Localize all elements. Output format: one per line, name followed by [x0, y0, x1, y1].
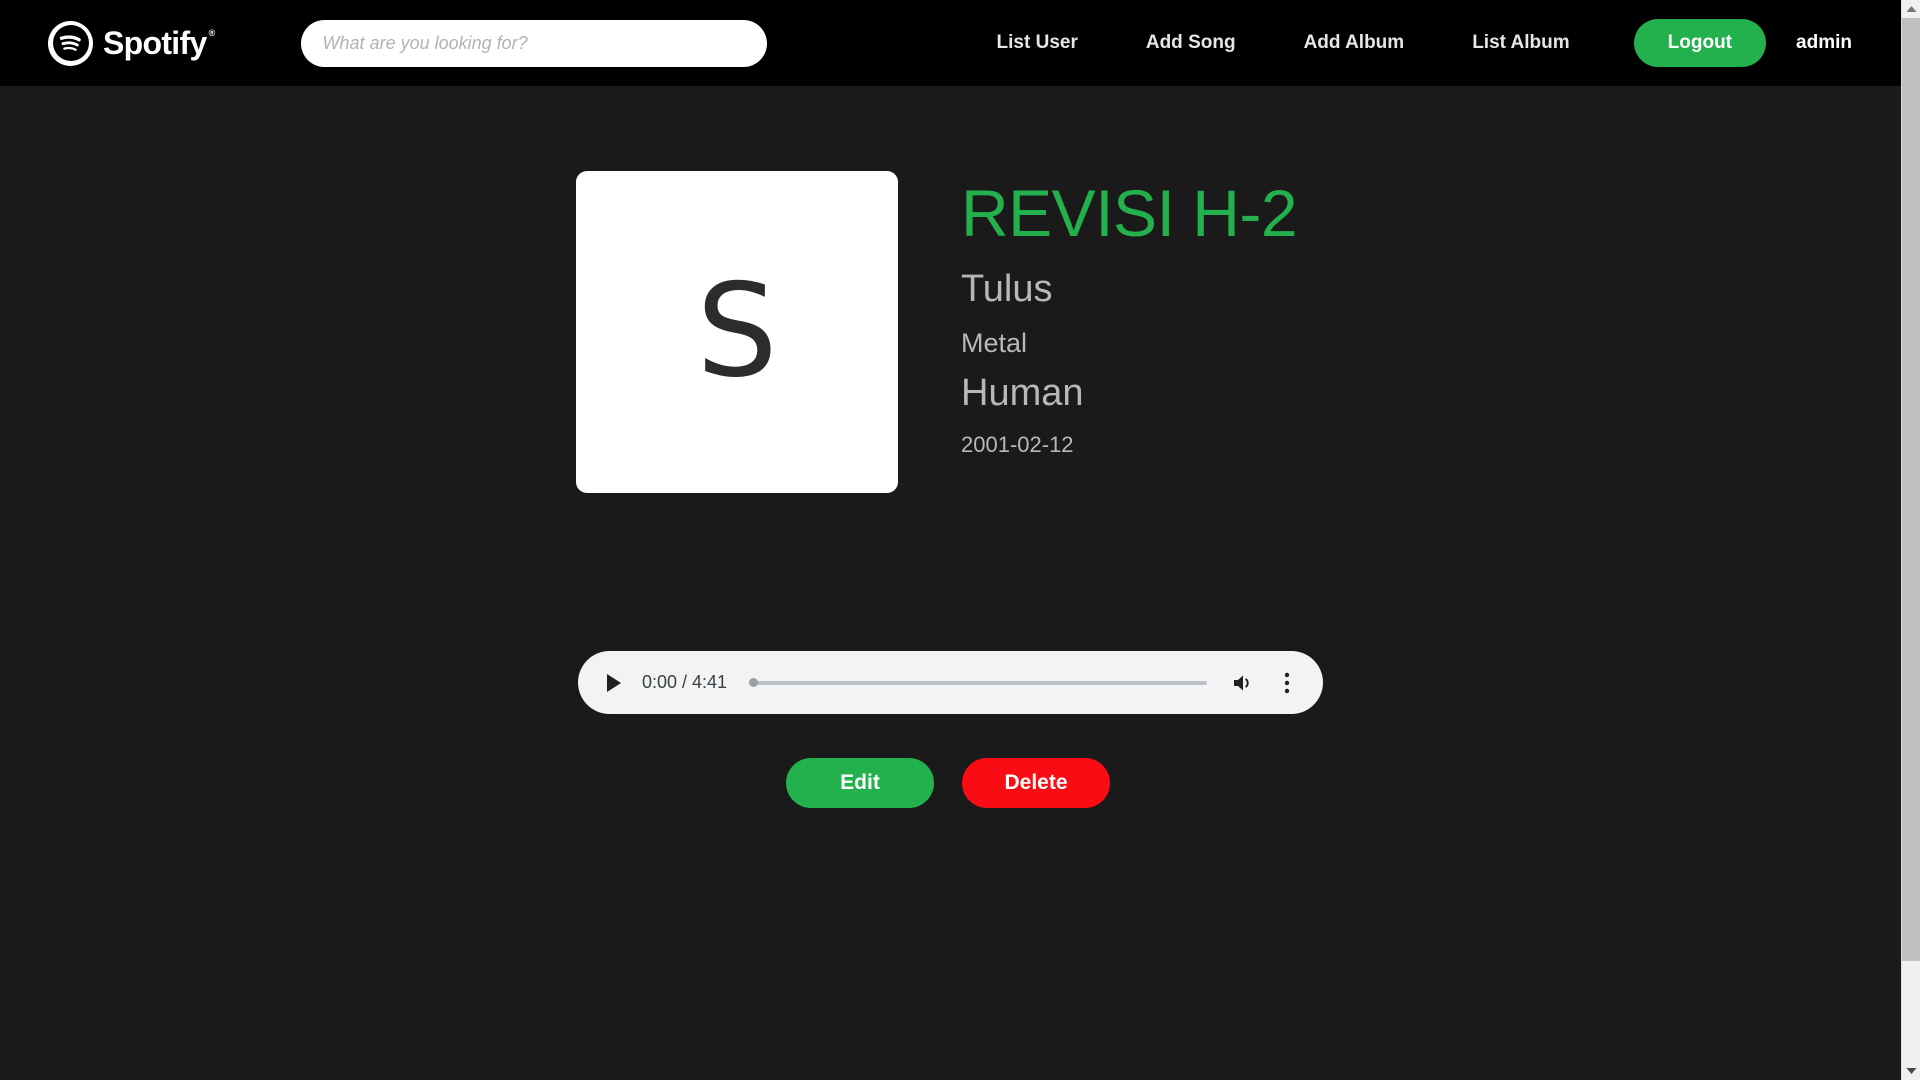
audio-progress-knob[interactable] — [749, 678, 758, 687]
edit-button[interactable]: Edit — [786, 758, 934, 808]
brand-logo[interactable]: Spotify® — [48, 21, 215, 66]
spotify-logo-icon — [48, 21, 93, 66]
album-cover-art: S — [576, 171, 898, 493]
song-metadata: REVISI H-2 Tulus Metal Human 2001-02-12 — [961, 171, 1297, 459]
song-release-date: 2001-02-12 — [961, 432, 1297, 458]
audio-progress-slider[interactable] — [749, 676, 1207, 690]
search-input[interactable] — [301, 20, 767, 67]
song-artist: Tulus — [961, 267, 1297, 313]
song-album: Human — [961, 371, 1297, 417]
scroll-down-arrow-icon[interactable] — [1902, 1062, 1920, 1080]
nav-link-add-song[interactable]: Add Song — [1112, 32, 1270, 54]
navbar: Spotify® List User Add Song Add Album Li… — [0, 0, 1901, 86]
delete-button[interactable]: Delete — [962, 758, 1110, 808]
logout-button[interactable]: Logout — [1634, 19, 1766, 67]
song-genre: Metal — [961, 327, 1297, 359]
cover-placeholder-initial: S — [696, 268, 777, 396]
scrollbar-thumb[interactable] — [1902, 18, 1920, 961]
page: Spotify® List User Add Song Add Album Li… — [0, 0, 1920, 1080]
nav-links: List User Add Song Add Album List Album … — [963, 19, 1852, 67]
song-title: REVISI H-2 — [961, 177, 1297, 251]
volume-icon[interactable] — [1229, 669, 1257, 697]
viewport: Spotify® List User Add Song Add Album Li… — [0, 0, 1901, 1080]
action-buttons: Edit Delete — [786, 758, 1110, 808]
play-icon[interactable] — [600, 669, 628, 697]
current-user-label: admin — [1796, 32, 1852, 54]
audio-player[interactable]: 0:00 / 4:41 — [578, 651, 1323, 714]
scroll-up-arrow-icon[interactable] — [1902, 0, 1920, 18]
brand-wordmark: Spotify® — [103, 27, 215, 59]
audio-progress-track — [749, 681, 1207, 685]
nav-link-list-user[interactable]: List User — [963, 32, 1112, 54]
song-detail-row: S REVISI H-2 Tulus Metal Human 2001-02-1… — [576, 171, 1297, 493]
more-options-icon[interactable] — [1275, 669, 1299, 697]
brand-name-text: Spotify — [103, 25, 207, 61]
nav-link-list-album[interactable]: List Album — [1438, 32, 1603, 54]
page-scrollbar[interactable] — [1901, 0, 1920, 1080]
nav-link-add-album[interactable]: Add Album — [1270, 32, 1439, 54]
audio-time-display: 0:00 / 4:41 — [642, 672, 727, 693]
registered-trademark-icon: ® — [209, 29, 215, 38]
